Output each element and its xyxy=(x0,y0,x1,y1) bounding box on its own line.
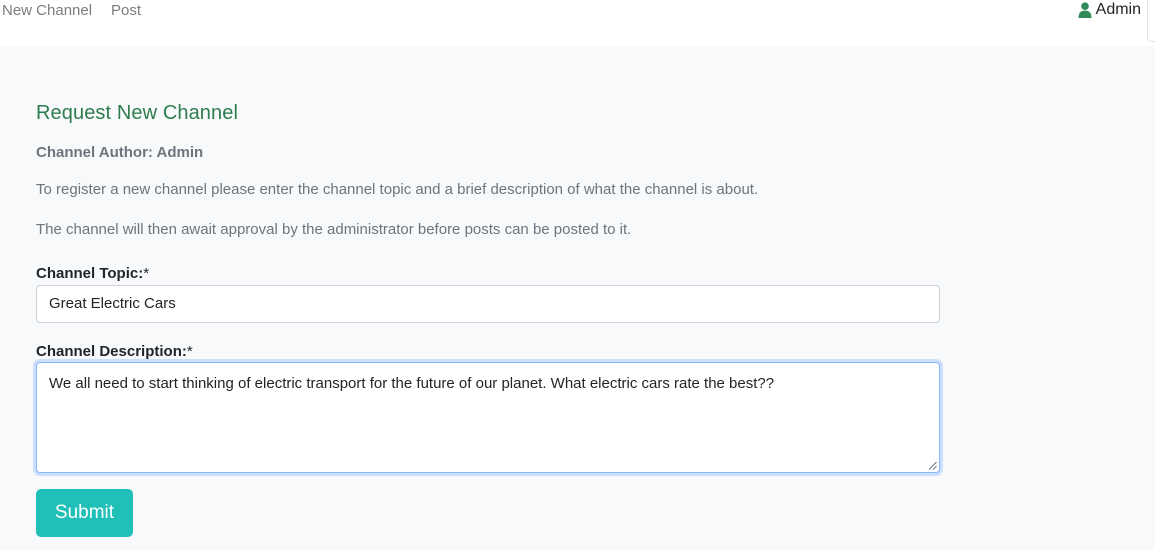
topic-label-text: Channel Topic: xyxy=(36,265,144,282)
channel-author: Channel Author: Admin xyxy=(36,144,204,161)
required-marker: * xyxy=(186,343,193,360)
main-content: Request New Channel Channel Author: Admi… xyxy=(0,46,1155,550)
top-navbar: New Channel Post Admin xyxy=(0,0,1155,46)
channel-description-label: Channel Description:* xyxy=(36,343,193,360)
intro-text-2: The channel will then await approval by … xyxy=(36,221,632,238)
user-icon xyxy=(1078,2,1092,18)
nav-new-channel-link[interactable]: New Channel xyxy=(2,2,92,19)
nav-post-link[interactable]: Post xyxy=(111,2,141,19)
channel-topic-label: Channel Topic:* xyxy=(36,265,149,282)
navbar-edge xyxy=(1147,0,1155,42)
user-menu[interactable]: Admin xyxy=(1078,1,1141,19)
resize-handle-icon[interactable] xyxy=(928,461,937,470)
description-label-text: Channel Description: xyxy=(36,343,187,360)
submit-button[interactable]: Submit xyxy=(36,489,133,537)
description-text: We all need to start thinking of electri… xyxy=(49,375,775,392)
page-title: Request New Channel xyxy=(36,102,239,124)
channel-topic-input[interactable]: Great Electric Cars xyxy=(36,285,940,323)
user-name: Admin xyxy=(1095,1,1141,18)
intro-text-1: To register a new channel please enter t… xyxy=(36,181,759,198)
required-marker: * xyxy=(143,265,150,282)
channel-description-textarea[interactable]: We all need to start thinking of electri… xyxy=(36,362,940,473)
